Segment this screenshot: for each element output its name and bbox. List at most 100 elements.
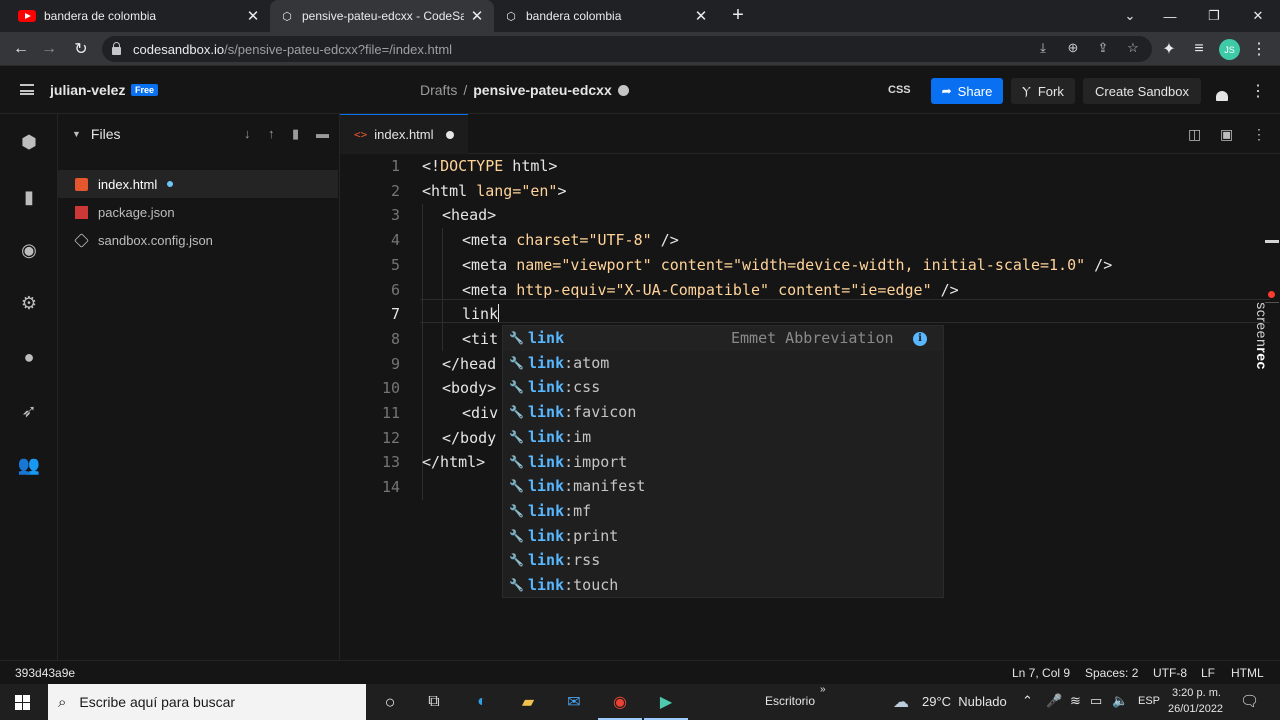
browser-tab-codesandbox[interactable]: ⬡ pensive-pateu-edcxx - CodeSand ✕: [270, 0, 494, 32]
reading-list-icon[interactable]: ≡: [1186, 36, 1212, 62]
back-button[interactable]: ←: [8, 36, 34, 62]
windows-start-icon[interactable]: [15, 695, 30, 710]
battery-icon[interactable]: ▭: [1090, 693, 1102, 709]
collapse-caret-icon[interactable]: ▼: [72, 129, 81, 139]
share-page-icon[interactable]: ⇪: [1094, 40, 1112, 56]
desktop-toolbar-label[interactable]: Escritorio: [765, 694, 815, 708]
sandbox-name[interactable]: pensive-pateu-edcxx: [473, 82, 612, 98]
line-number: 3: [390, 206, 400, 225]
taskbar-search[interactable]: ⌕ Escribe aquí para buscar: [48, 684, 366, 720]
mail-icon[interactable]: ✉: [562, 690, 586, 714]
code-line: <head>: [442, 206, 497, 225]
clock-time[interactable]: 3:20 p. m.: [1172, 687, 1221, 699]
line-number: 6: [390, 280, 400, 299]
toolbar-overflow-icon[interactable]: »: [820, 684, 826, 695]
file-package-json[interactable]: package.json: [58, 198, 338, 226]
github-icon[interactable]: ●: [18, 346, 40, 368]
explorer-file-icon[interactable]: ▮: [18, 186, 40, 208]
suggestion-item[interactable]: 🔧 link:rss: [503, 548, 943, 573]
file-explorer-icon[interactable]: ▰: [516, 690, 540, 714]
profile-avatar[interactable]: JS: [1219, 39, 1240, 60]
bell-icon[interactable]: [1216, 91, 1228, 101]
info-icon[interactable]: i: [913, 332, 927, 346]
indentation[interactable]: Spaces: 2: [1085, 666, 1138, 680]
encoding[interactable]: UTF-8: [1153, 666, 1187, 680]
zoom-icon[interactable]: ⊕: [1064, 40, 1082, 56]
microphone-icon[interactable]: 🎤: [1046, 693, 1062, 709]
browser-tab-youtube[interactable]: bandera de colombia ✕: [8, 0, 270, 32]
wrench-icon: 🔧: [509, 405, 524, 420]
gear-icon[interactable]: ⚙: [18, 292, 40, 314]
suggestion-item[interactable]: 🔧 link:im: [503, 425, 943, 450]
tray-chevron-icon[interactable]: ⌃: [1022, 693, 1033, 709]
chrome-icon[interactable]: ◉: [608, 690, 632, 714]
edge-icon[interactable]: ◐: [470, 690, 494, 714]
suggestion-item[interactable]: 🔧 link:manifest: [503, 474, 943, 499]
clock-date[interactable]: 26/01/2022: [1168, 703, 1223, 715]
editor-more-icon[interactable]: ⋮: [1252, 126, 1266, 143]
volume-icon[interactable]: 🔈: [1112, 693, 1128, 709]
file-sandbox-config[interactable]: sandbox.config.json: [58, 226, 338, 254]
reload-button[interactable]: ↻: [68, 36, 94, 62]
deploy-rocket-icon[interactable]: ➶: [18, 400, 40, 422]
network-icon[interactable]: ≋: [1070, 693, 1081, 709]
window-close-button[interactable]: ✕: [1236, 0, 1280, 32]
modified-dot[interactable]: [445, 130, 454, 139]
open-preview-icon[interactable]: ▣: [1220, 126, 1233, 143]
notifications-icon[interactable]: 🗨: [1240, 692, 1259, 710]
forward-button[interactable]: →: [36, 36, 62, 62]
live-users-icon[interactable]: 👥: [18, 454, 40, 476]
suggestion-item[interactable]: 🔧 link:touch: [503, 573, 943, 598]
editor-tab-bar: <> index.html ◫ ▣ ⋮: [340, 114, 1280, 154]
suggestion-item[interactable]: 🔧 link:css: [503, 375, 943, 400]
bookmark-star-icon[interactable]: ☆: [1124, 40, 1142, 56]
file-index-html[interactable]: index.html: [58, 170, 338, 198]
search-icon[interactable]: ◉: [18, 239, 40, 261]
editor-scrollbar[interactable]: [1265, 240, 1279, 243]
close-icon[interactable]: ✕: [246, 7, 260, 25]
input-language[interactable]: ESP: [1138, 695, 1160, 707]
install-app-icon[interactable]: ⤓: [1034, 40, 1052, 56]
create-sandbox-button[interactable]: Create Sandbox: [1083, 78, 1201, 104]
commit-hash[interactable]: 393d43a9e: [15, 666, 75, 680]
close-icon[interactable]: ✕: [694, 7, 708, 25]
task-view-icon[interactable]: ⧉: [422, 690, 446, 714]
tab-index-html[interactable]: <> index.html: [340, 114, 468, 154]
html5-icon: [75, 177, 88, 191]
terminal-app-icon[interactable]: ▶: [654, 690, 678, 714]
extensions-puzzle-icon[interactable]: ✦: [1156, 36, 1182, 62]
files-header[interactable]: ▼ Files ↓ ↑ ▮ ▬: [58, 114, 340, 154]
address-bar[interactable]: codesandbox.io/s/pensive-pateu-edcxx?fil…: [102, 36, 1152, 62]
browser-menu-icon[interactable]: ⋮: [1246, 36, 1272, 62]
suggestion-item[interactable]: 🔧 link:print: [503, 524, 943, 549]
new-tab-button[interactable]: +: [727, 4, 749, 26]
split-editor-icon[interactable]: ◫: [1188, 126, 1201, 143]
sandbox-info-cube-icon[interactable]: ⬢: [18, 131, 40, 153]
browser-tab-bandera[interactable]: ⬡ bandera colombia ✕: [494, 0, 718, 32]
fork-button[interactable]: Ⲩ Fork: [1011, 78, 1075, 104]
breadcrumb-drafts[interactable]: Drafts: [420, 82, 457, 98]
close-icon[interactable]: ✕: [470, 7, 484, 25]
new-file-icon[interactable]: ▮: [292, 126, 299, 142]
language-mode[interactable]: HTML: [1231, 666, 1264, 680]
suggestion-item[interactable]: 🔧 link:favicon: [503, 400, 943, 425]
share-button[interactable]: ➦ Share: [931, 78, 1003, 104]
upload-icon[interactable]: ↑: [268, 126, 275, 141]
privacy-globe-icon[interactable]: [617, 85, 629, 96]
cursor-position[interactable]: Ln 7, Col 9: [1012, 666, 1070, 680]
username[interactable]: julian-velez: [50, 82, 125, 98]
weather-text[interactable]: 29°C Nublado: [922, 694, 1007, 709]
suggestion-item[interactable]: 🔧 link Emmet Abbreviation i: [503, 326, 943, 351]
new-folder-icon[interactable]: ▬: [316, 126, 329, 141]
more-options-icon[interactable]: ⋮: [1250, 81, 1266, 101]
suggestion-item[interactable]: 🔧 link:atom: [503, 351, 943, 376]
suggestion-item[interactable]: 🔧 link:mf: [503, 499, 943, 524]
tab-search-chevron-icon[interactable]: ⌄: [1108, 0, 1152, 32]
minimize-button[interactable]: —: [1148, 0, 1192, 32]
maximize-button[interactable]: ❐: [1192, 0, 1236, 32]
hamburger-menu-icon[interactable]: [20, 84, 34, 95]
cortana-circle-icon[interactable]: ○: [378, 690, 402, 714]
suggestion-item[interactable]: 🔧 link:import: [503, 450, 943, 475]
line-ending[interactable]: LF: [1201, 666, 1215, 680]
download-icon[interactable]: ↓: [244, 126, 251, 141]
